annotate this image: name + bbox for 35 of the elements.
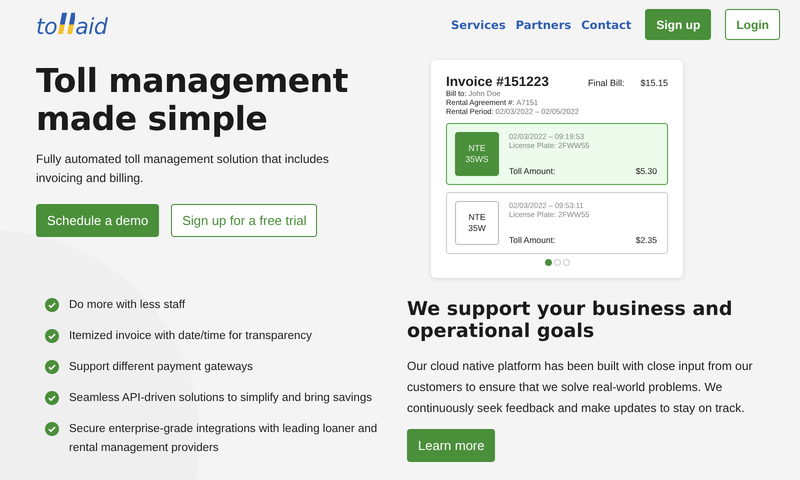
feature-text: Secure enterprise-grade integrations with leading loaner and rental management providers — [69, 422, 378, 456]
nav-link[interactable]: Services — [451, 18, 506, 32]
final-bill-label: Final Bill: — [588, 78, 624, 88]
carousel-dot[interactable] — [554, 259, 560, 266]
toll-badge: NTE 35WS — [455, 132, 499, 176]
check-icon — [45, 360, 59, 374]
nav-link[interactable]: Contact — [581, 18, 632, 32]
check-icon — [45, 298, 59, 312]
login-button[interactable]: Login — [725, 9, 780, 40]
support-title: We support your business and operational goals — [407, 298, 734, 342]
toll-amount: $5.30 — [636, 166, 657, 176]
final-bill-value: $15.15 — [640, 78, 668, 88]
feature-text: Itemized invoice with date/time for transparency — [69, 329, 312, 344]
logo[interactable]: tollaid — [36, 10, 108, 38]
toll-amount-label: Toll Amount: — [509, 166, 556, 176]
toll-amount-label: Toll Amount: — [509, 235, 556, 245]
carousel-dot[interactable] — [544, 259, 552, 266]
check-icon — [45, 329, 59, 343]
check-icon — [45, 422, 59, 436]
signup-button[interactable]: Sign up — [645, 9, 712, 40]
check-icon — [45, 391, 59, 405]
toll-amount: $2.35 — [636, 235, 657, 245]
hero-title: Toll management made simple — [36, 62, 349, 138]
feature-text: Do more with less staff — [69, 298, 186, 313]
learn-more-button[interactable]: Learn more — [407, 429, 496, 462]
feature-text: Seamless API-driven solutions to simplify and bring savings — [69, 391, 372, 406]
carousel-dot[interactable] — [562, 259, 570, 266]
trial-button[interactable]: Sign up for a free trial — [171, 204, 318, 237]
toll-badge: NTE 35W — [455, 201, 499, 245]
support-text: Our cloud native platform has been built with close input from our customers to ensure that we solve real-world problems. We continuously seek feedback and make updates to stay on track. — [407, 358, 754, 417]
invoice-title: Invoice #151223 — [446, 74, 550, 89]
feature-text: Support different payment gateways — [69, 360, 253, 375]
demo-button[interactable]: Schedule a demo — [36, 204, 160, 237]
nav-link[interactable]: Partners — [516, 18, 572, 32]
hero-subtitle: Fully automated toll management solution that includes invoicing and billing. — [36, 151, 330, 187]
